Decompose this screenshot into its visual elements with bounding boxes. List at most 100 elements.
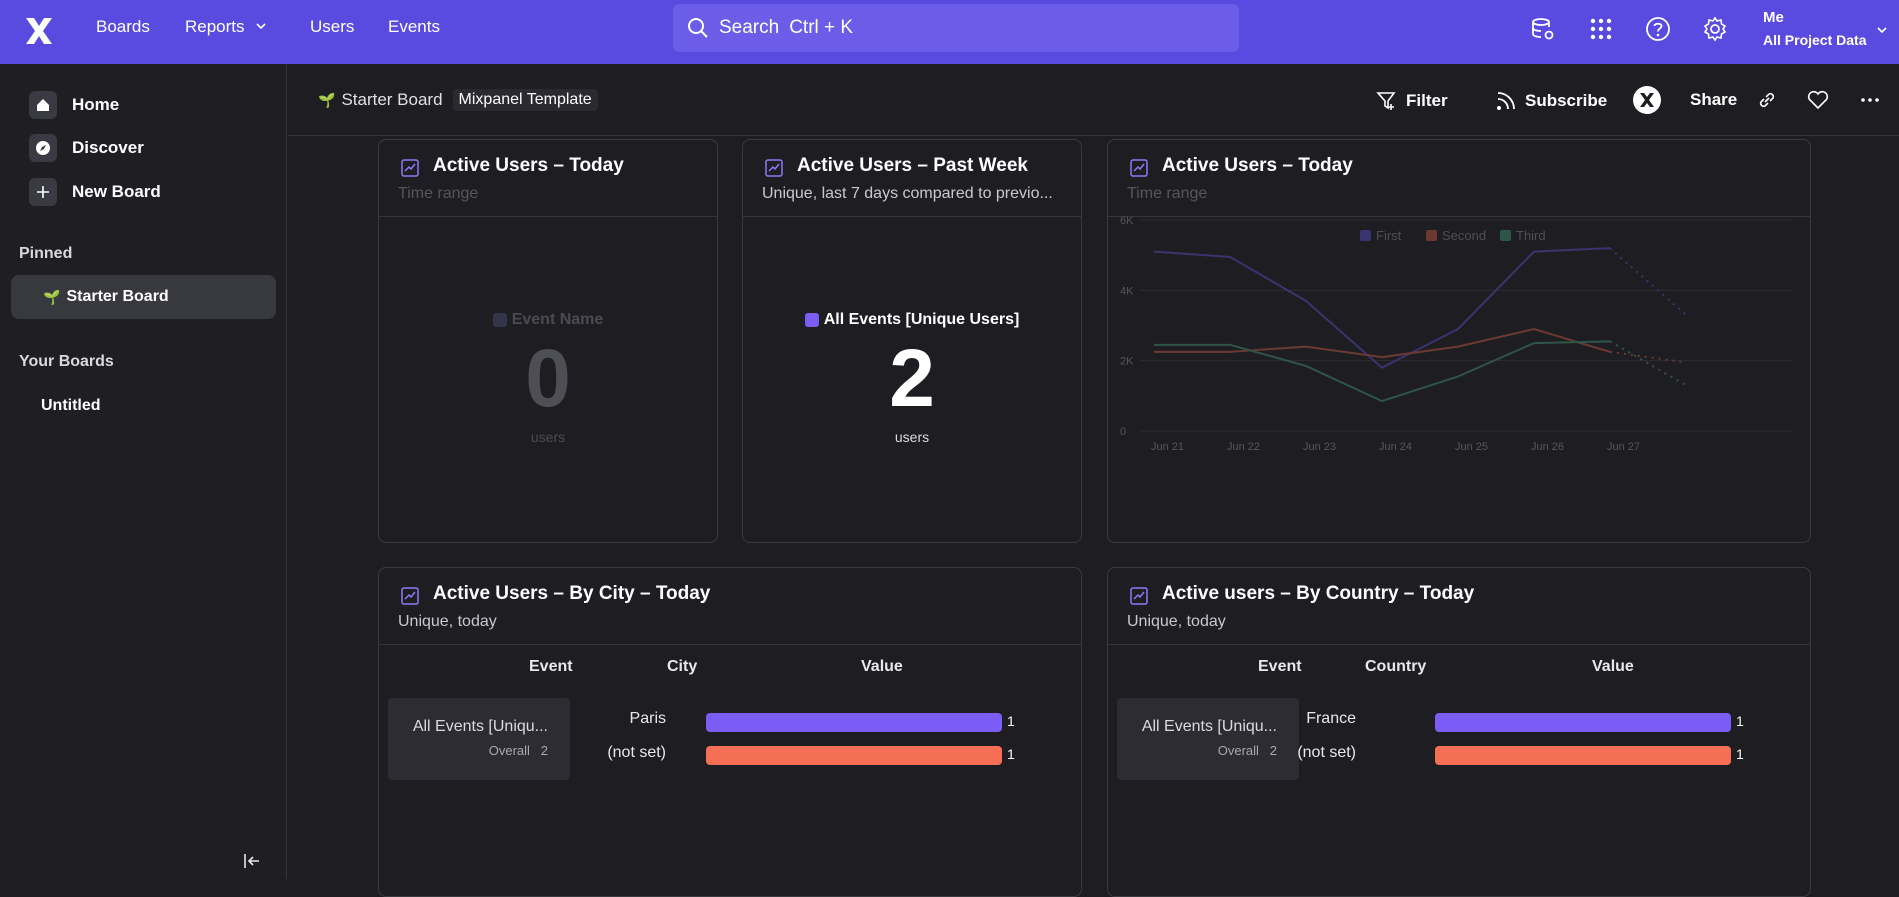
collapse-sidebar-icon[interactable] xyxy=(243,852,261,870)
mixpanel-logo-icon[interactable] xyxy=(22,14,56,48)
card-title: Active Users – By City – Today xyxy=(433,583,711,604)
board-name[interactable]: Starter Board xyxy=(341,90,442,110)
metric-label-text: Event Name xyxy=(511,311,604,328)
value-bar[interactable] xyxy=(706,746,1002,765)
overall-label: Overall xyxy=(488,743,530,758)
legend-swatch xyxy=(804,313,819,327)
card-title: Active Users – Today xyxy=(433,155,624,176)
search-icon xyxy=(688,18,708,38)
help-icon[interactable] xyxy=(1643,14,1673,44)
card-active-users-past-week[interactable]: Active Users – Past Week Unique, last 7 … xyxy=(742,139,1082,543)
chevron-down-icon[interactable] xyxy=(1876,24,1888,36)
filter-button[interactable]: Filter xyxy=(1376,90,1448,112)
sidebar-item-label: Discover xyxy=(72,138,144,157)
apps-grid-icon[interactable] xyxy=(1586,14,1616,44)
subscribe-button[interactable]: Subscribe xyxy=(1495,90,1607,112)
insights-chart-icon xyxy=(1130,587,1148,605)
value-bar[interactable] xyxy=(1435,746,1731,765)
card-active-users-line-chart[interactable]: Active Users – Today Time range 0 2K 4K 6K J… xyxy=(1107,139,1811,543)
nav-reports[interactable]: Reports xyxy=(185,17,267,37)
sprout-icon: 🌱 xyxy=(318,91,336,108)
sidebar-item-home[interactable]: Home xyxy=(29,91,119,119)
value-bar[interactable] xyxy=(706,713,1002,732)
user-name: Me xyxy=(1763,9,1784,26)
bar-value: 1 xyxy=(1736,746,1744,762)
sidebar-item-label: Home xyxy=(72,95,120,114)
row-label: France xyxy=(1306,710,1356,727)
sidebar-item-label: Starter Board xyxy=(66,288,169,305)
x-tick-label: Jun 21 xyxy=(1151,441,1184,453)
bar-value: 1 xyxy=(1007,746,1015,762)
row-label: Paris xyxy=(629,710,666,727)
legend-swatch xyxy=(1360,230,1371,241)
metric-value: 2 xyxy=(889,333,935,424)
nav-boards[interactable]: Boards xyxy=(96,17,150,37)
column-header-country[interactable]: Country xyxy=(1365,658,1426,676)
card-divider xyxy=(379,216,717,217)
filter-icon xyxy=(1376,92,1396,110)
sprout-icon: 🌱 xyxy=(43,288,61,305)
nav-users[interactable]: Users xyxy=(310,17,354,37)
overall-value: 2 xyxy=(540,743,548,758)
line-chart: 0 2K 4K 6K Jun 21 Jun 22 Jun 23 Jun 24 Jun 25 Jun… xyxy=(1120,216,1792,453)
column-header-event[interactable]: Event xyxy=(529,658,573,676)
sidebar-item-discover[interactable]: Discover xyxy=(29,134,144,162)
more-icon[interactable] xyxy=(1861,98,1879,102)
card-divider xyxy=(379,644,1081,645)
y-tick-label: 4K xyxy=(1120,285,1134,297)
user-project: All Project Data xyxy=(1763,32,1867,48)
sidebar-item-label: New Board xyxy=(72,182,161,201)
breadcrumb: 🌱 Starter Board Mixpanel Template xyxy=(318,89,598,111)
search-label: Search xyxy=(719,17,780,38)
share-button[interactable]: Share xyxy=(1690,90,1737,110)
board-header: 🌱 Starter Board Mixpanel Template Filter… xyxy=(288,64,1899,136)
x-tick-label: Jun 25 xyxy=(1455,441,1488,453)
link-icon[interactable] xyxy=(1757,90,1777,110)
metric-unit: users xyxy=(894,429,930,445)
card-title: Active users – By Country – Today xyxy=(1162,583,1475,604)
card-active-users-by-country[interactable]: Active users – By Country – Today Unique… xyxy=(1107,567,1811,897)
card-title: Active Users – Today xyxy=(1162,155,1353,176)
row-label: (not set) xyxy=(1297,744,1356,761)
sidebar-item-new-board[interactable]: New Board xyxy=(29,178,161,206)
rss-icon xyxy=(1497,92,1515,110)
metric-label-text: All Events [Unique Users] xyxy=(823,311,1020,328)
metric-unit: users xyxy=(530,429,566,445)
sidebar-item-starter-board[interactable]: 🌱 Starter Board xyxy=(11,275,276,319)
search-shortcut: Ctrl + K xyxy=(789,17,854,38)
insights-chart-icon xyxy=(401,159,419,177)
card-divider xyxy=(1108,644,1810,645)
sidebar: Home Discover New Board Pinned 🌱 Starter… xyxy=(0,64,287,879)
card-divider xyxy=(743,216,1081,217)
top-navigation-bar: Boards Reports Users Events Search Ctrl … xyxy=(0,0,1899,64)
x-tick-label: Jun 22 xyxy=(1227,441,1260,453)
legend-swatch xyxy=(492,313,507,327)
y-tick-label: 6K xyxy=(1120,216,1134,227)
x-tick-label: Jun 24 xyxy=(1379,441,1412,453)
column-header-event[interactable]: Event xyxy=(1258,658,1302,676)
event-cell[interactable]: All Events [Uniqu... Overall 2 xyxy=(388,698,570,780)
avatar[interactable] xyxy=(1633,86,1661,114)
bar-value: 1 xyxy=(1007,713,1015,729)
legend-label: First xyxy=(1376,228,1402,243)
column-header-city[interactable]: City xyxy=(667,658,697,676)
heart-icon[interactable] xyxy=(1807,90,1829,110)
user-menu[interactable]: Me All Project Data xyxy=(1763,9,1866,48)
data-settings-icon[interactable] xyxy=(1528,14,1558,44)
search-bar[interactable]: Search Ctrl + K xyxy=(673,4,1239,52)
value-bar[interactable] xyxy=(1435,713,1731,732)
x-tick-label: Jun 23 xyxy=(1303,441,1336,453)
subscribe-label: Subscribe xyxy=(1525,91,1608,110)
column-header-value[interactable]: Value xyxy=(861,658,903,676)
sidebar-item-untitled[interactable]: Untitled xyxy=(41,397,101,415)
column-header-value[interactable]: Value xyxy=(1592,658,1634,676)
plus-icon xyxy=(29,178,57,206)
card-active-users-today[interactable]: Active Users – Today Time range Event Na… xyxy=(378,139,718,543)
card-subtitle: Unique, today xyxy=(398,613,497,630)
card-title: Active Users – Past Week xyxy=(797,155,1028,176)
nav-events[interactable]: Events xyxy=(388,17,440,37)
bar-value: 1 xyxy=(1736,713,1744,729)
gear-icon[interactable] xyxy=(1700,14,1730,44)
x-tick-label: Jun 27 xyxy=(1607,441,1640,453)
card-active-users-by-city[interactable]: Active Users – By City – Today Unique, t… xyxy=(378,567,1082,897)
